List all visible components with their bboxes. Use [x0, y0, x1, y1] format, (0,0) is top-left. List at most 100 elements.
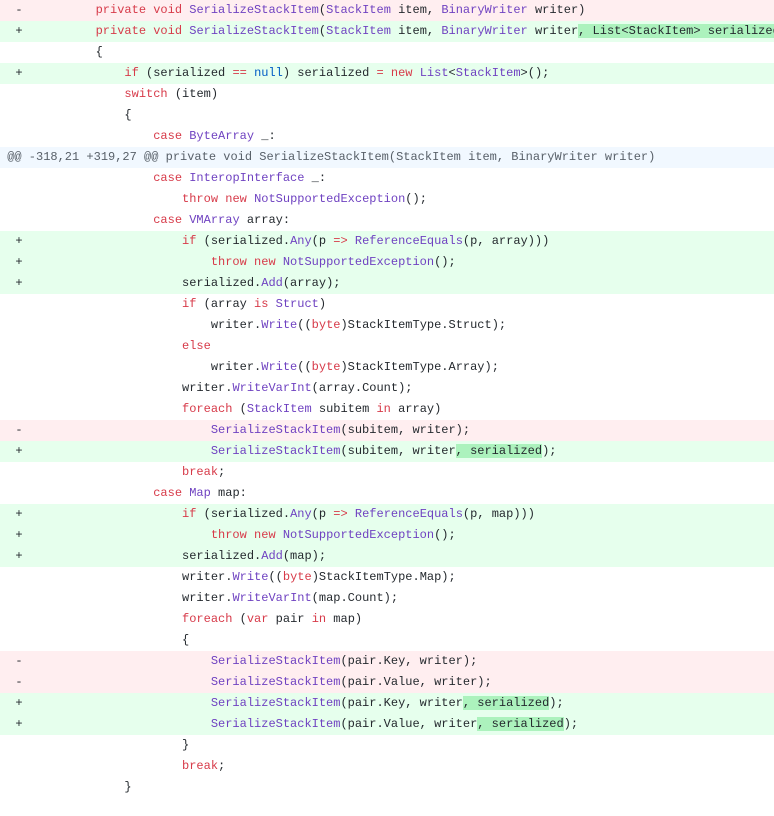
diff-sign: + — [0, 525, 38, 546]
code-token: ByteArray — [189, 129, 254, 143]
diff-line: - SerializeStackItem(pair.Key, writer); — [0, 651, 774, 672]
diff-sign — [0, 42, 38, 63]
diff-code: SerializeStackItem(pair.Key, writer); — [38, 651, 774, 672]
diff-line: foreach (StackItem subitem in array) — [0, 399, 774, 420]
code-token — [413, 66, 420, 80]
diff-sign — [0, 315, 38, 336]
diff-sign: + — [0, 252, 38, 273]
code-token: StackItem — [326, 3, 391, 17]
code-token: (( — [297, 318, 311, 332]
code-token: { — [96, 45, 103, 59]
code-token: : — [268, 129, 275, 143]
diff-line: writer.WriteVarInt(map.Count); — [0, 588, 774, 609]
code-token: VMArray — [189, 213, 239, 227]
code-token: break — [182, 759, 218, 773]
code-token: (p, map))) — [463, 507, 535, 521]
code-token: (); — [405, 192, 427, 206]
code-token: SerializeStackItem — [189, 24, 319, 38]
diff-sign — [0, 126, 38, 147]
diff-sign — [0, 378, 38, 399]
code-token: var — [247, 612, 269, 626]
code-token — [304, 171, 311, 185]
diff-sign: + — [0, 21, 38, 42]
code-token — [276, 528, 283, 542]
code-token: ) serialized — [283, 66, 377, 80]
code-token: StackItem — [247, 402, 312, 416]
code-token: WriteVarInt — [232, 591, 311, 605]
code-token: (( — [297, 360, 311, 374]
diff-sign — [0, 336, 38, 357]
code-token: (( — [268, 570, 282, 584]
code-token: new — [391, 66, 413, 80]
diff-line: + if (serialized.Any(p => ReferenceEqual… — [0, 231, 774, 252]
diff-line: { — [0, 42, 774, 63]
diff-sign — [0, 483, 38, 504]
code-token: case — [153, 171, 182, 185]
diff-code: if (array is Struct) — [38, 294, 774, 315]
code-token — [276, 255, 283, 269]
code-token — [528, 3, 535, 17]
diff-table: - private void SerializeStackItem(StackI… — [0, 0, 774, 798]
code-token: { — [124, 108, 131, 122]
diff-sign: + — [0, 693, 38, 714]
code-token: ); — [549, 696, 563, 710]
code-token: new — [225, 192, 247, 206]
diff-line: } — [0, 777, 774, 798]
code-token: (serialized. — [196, 507, 290, 521]
code-token: StackItem — [326, 24, 391, 38]
diff-sign — [0, 756, 38, 777]
code-token: case — [153, 486, 182, 500]
diff-code: throw new NotSupportedException(); — [38, 525, 774, 546]
code-token: else — [182, 339, 211, 353]
code-token: , serialized — [463, 696, 549, 710]
code-token: : — [319, 171, 326, 185]
code-token: map) — [326, 612, 362, 626]
diff-code: if (serialized.Any(p => ReferenceEquals(… — [38, 231, 774, 252]
code-token: throw — [211, 255, 247, 269]
code-token: if — [182, 507, 196, 521]
code-token: ; — [218, 465, 225, 479]
diff-sign: + — [0, 63, 38, 84]
code-token: writer. — [182, 381, 232, 395]
diff-code: if (serialized == null) serialized = new… — [38, 63, 774, 84]
diff-code: writer.Write((byte)StackItemType.Array); — [38, 357, 774, 378]
code-token: => — [333, 234, 347, 248]
diff-line: throw new NotSupportedException(); — [0, 189, 774, 210]
code-token: array) — [391, 402, 441, 416]
diff-code: SerializeStackItem(subitem, writer, seri… — [38, 441, 774, 462]
code-token: } — [182, 738, 189, 752]
diff-code: writer.WriteVarInt(map.Count); — [38, 588, 774, 609]
diff-line: + serialized.Add(map); — [0, 546, 774, 567]
code-token: case — [153, 129, 182, 143]
diff-code: writer.Write((byte)StackItemType.Struct)… — [38, 315, 774, 336]
code-token: new — [254, 528, 276, 542]
code-token: (serialized — [139, 66, 233, 80]
code-token: ( — [232, 612, 246, 626]
diff-line: else — [0, 336, 774, 357]
code-token: InteropInterface — [189, 171, 304, 185]
diff-sign — [0, 588, 38, 609]
diff-sign: - — [0, 672, 38, 693]
code-token: switch — [124, 87, 167, 101]
diff-line: writer.Write((byte)StackItemType.Map); — [0, 567, 774, 588]
code-token: ( — [319, 24, 326, 38]
code-token: (array); — [283, 276, 341, 290]
code-token — [268, 297, 275, 311]
code-token: (pair.Key, writer — [340, 696, 462, 710]
code-token: NotSupportedException — [254, 192, 405, 206]
code-token: subitem — [312, 402, 377, 416]
diff-sign: + — [0, 504, 38, 525]
code-token: item — [398, 3, 427, 17]
diff-line: if (array is Struct) — [0, 294, 774, 315]
diff-code: throw new NotSupportedException(); — [38, 189, 774, 210]
code-token: ) — [319, 297, 326, 311]
code-token: NotSupportedException — [283, 255, 434, 269]
diff-sign: - — [0, 651, 38, 672]
code-token: map — [218, 486, 240, 500]
code-token: )StackItemType.Struct); — [340, 318, 506, 332]
code-token: (pair.Key, writer); — [340, 654, 477, 668]
code-token: Write — [261, 318, 297, 332]
code-token: ; — [218, 759, 225, 773]
diff-code: if (serialized.Any(p => ReferenceEquals(… — [38, 504, 774, 525]
diff-line: writer.Write((byte)StackItemType.Array); — [0, 357, 774, 378]
